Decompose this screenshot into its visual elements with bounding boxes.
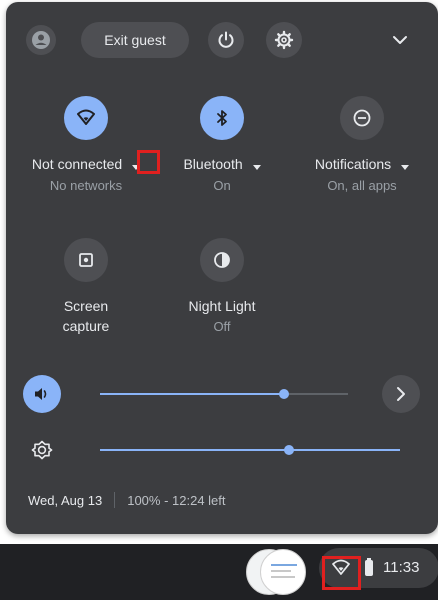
bluetooth-label: Bluetooth — [183, 156, 243, 172]
quick-settings-panel: Exit guest Not connected No networks Blu… — [6, 2, 438, 534]
network-toggle[interactable] — [64, 96, 108, 140]
volume-slider[interactable] — [100, 386, 348, 402]
volume-icon — [35, 388, 47, 400]
bluetooth-toggle[interactable] — [200, 96, 244, 140]
clock[interactable]: 11:33 — [383, 559, 419, 576]
wifi-icon — [77, 109, 95, 125]
bluetooth-dropdown-caret[interactable] — [252, 155, 261, 175]
night-light-status: Off — [213, 319, 231, 334]
divider — [114, 492, 116, 508]
mute-button[interactable] — [23, 375, 61, 413]
brightness-icon — [31, 440, 53, 460]
brightness-icon-holder — [23, 431, 61, 469]
brightness-slider[interactable] — [100, 442, 400, 458]
power-button[interactable] — [208, 22, 244, 58]
do-not-disturb-icon — [353, 109, 371, 127]
app-thumbnail[interactable] — [260, 549, 306, 595]
chevron-down-icon — [393, 36, 407, 44]
brightness-slider-thumb[interactable] — [284, 445, 294, 455]
volume-slider-thumb[interactable] — [279, 389, 289, 399]
screen-capture-tile[interactable]: Screen capture — [16, 238, 156, 336]
night-light-label: Night Light — [188, 298, 256, 314]
date-label[interactable]: Wed, Aug 13 — [28, 493, 102, 508]
exit-guest-button[interactable]: Exit guest — [81, 22, 189, 58]
caret-down-icon — [401, 165, 410, 171]
battery-cap — [367, 558, 371, 560]
power-icon — [218, 31, 234, 48]
system-info-row: Wed, Aug 13 100% - 12:24 left — [28, 490, 226, 510]
avatar-icon — [32, 31, 50, 49]
bluetooth-status: On — [213, 178, 231, 194]
bluetooth-tile[interactable]: Bluetooth On — [152, 96, 292, 195]
battery-label[interactable]: 100% - 12:24 left — [127, 493, 225, 508]
brightness-slider-fill — [100, 449, 289, 451]
network-label: Not connected — [31, 156, 123, 172]
network-status: No networks — [49, 178, 123, 194]
notifications-tile[interactable]: Notifications On, all apps — [292, 96, 432, 195]
guest-avatar[interactable] — [26, 25, 56, 55]
bluetooth-label-row: Bluetooth — [152, 154, 292, 175]
night-light-icon — [214, 252, 230, 268]
gear-icon — [274, 30, 294, 50]
night-light-tile[interactable]: Night Light Off — [152, 238, 292, 336]
network-label-row: Not connected — [16, 154, 156, 175]
bluetooth-icon — [217, 110, 227, 126]
notifications-label: Notifications — [314, 156, 392, 172]
night-light-toggle[interactable] — [200, 238, 244, 282]
audio-settings-button[interactable] — [382, 375, 420, 413]
screen-capture-icon — [79, 253, 93, 267]
volume-slider-rest — [284, 393, 348, 395]
notifications-label-row: Notifications — [292, 154, 432, 175]
notifications-dropdown-caret[interactable] — [401, 155, 410, 175]
caret-down-icon — [252, 165, 261, 171]
battery-icon — [365, 560, 373, 576]
highlight-box-network-caret — [137, 150, 160, 174]
network-tile[interactable]: Not connected No networks — [16, 96, 156, 195]
volume-slider-fill — [100, 393, 284, 395]
shelf: 11:33 — [0, 544, 438, 600]
screen-capture-label: Screen capture — [16, 296, 156, 336]
screen-capture-button[interactable] — [64, 238, 108, 282]
highlight-box-tray-wifi — [322, 556, 361, 590]
screen-capture-label-line1: Screen — [63, 298, 109, 314]
chevron-right-icon — [397, 387, 405, 401]
notifications-status: On, all apps — [327, 178, 397, 194]
settings-button[interactable] — [266, 22, 302, 58]
brightness-slider-rest — [289, 449, 400, 451]
screen-capture-label-line2: capture — [62, 318, 110, 334]
collapse-button[interactable] — [388, 28, 412, 52]
app-thumbnails[interactable] — [246, 549, 306, 595]
notifications-toggle[interactable] — [340, 96, 384, 140]
top-bar: Exit guest — [6, 22, 438, 62]
